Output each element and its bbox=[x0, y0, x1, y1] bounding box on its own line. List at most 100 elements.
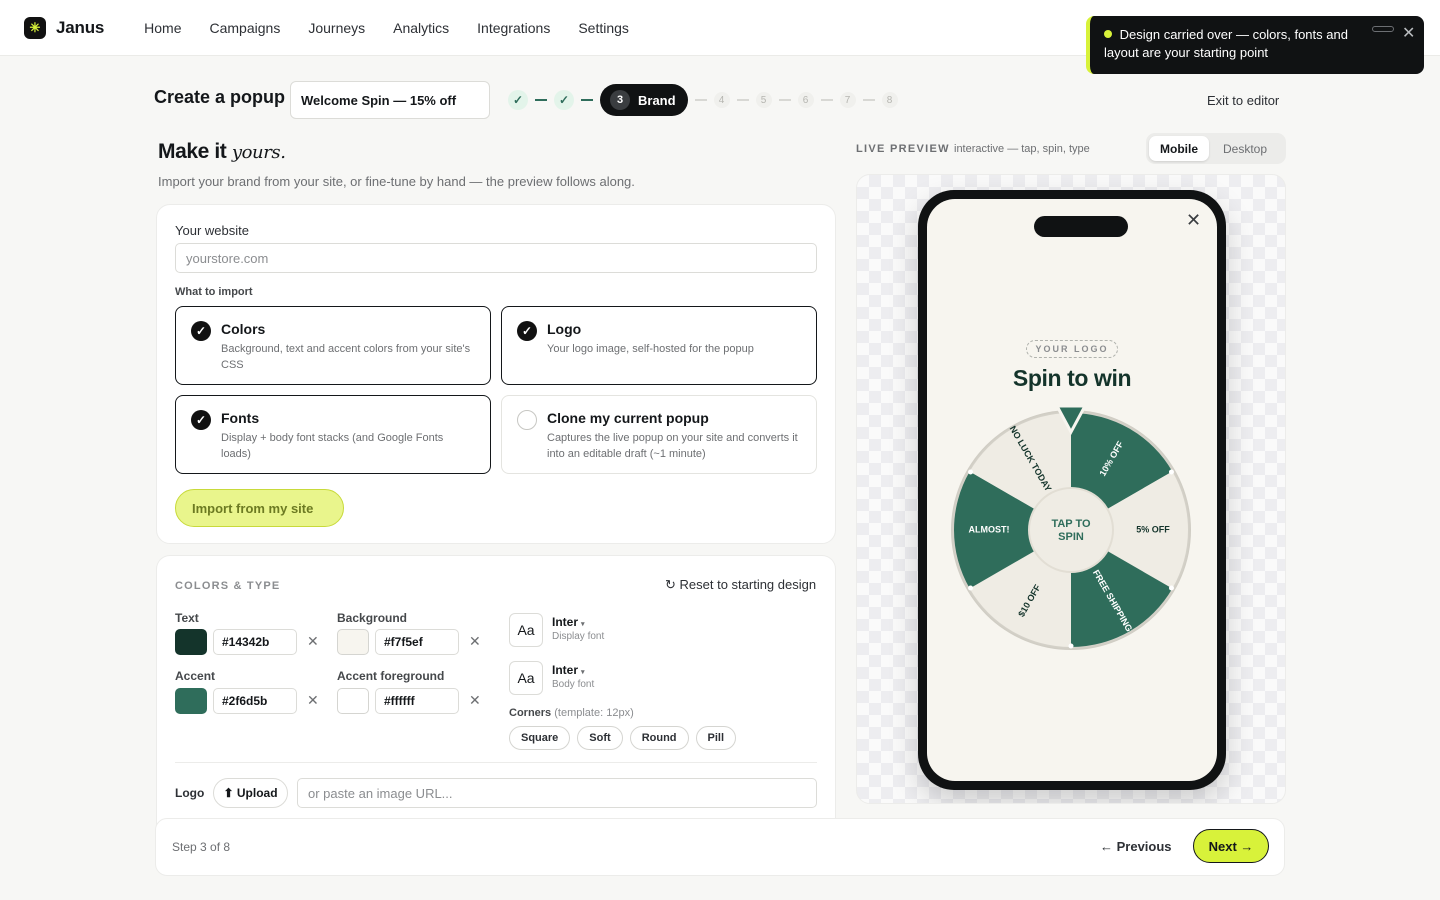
import-option-fonts[interactable]: ✓ Fonts Display + body font stacks (and … bbox=[175, 395, 491, 474]
step-connector bbox=[581, 99, 593, 101]
clear-icon[interactable]: ✕ bbox=[307, 633, 319, 650]
wheel-peg bbox=[1168, 469, 1174, 475]
section-title-main: Make it bbox=[158, 140, 232, 163]
checkmark-icon[interactable]: ✓ bbox=[191, 321, 211, 341]
device-option-desktop[interactable]: Desktop bbox=[1209, 136, 1281, 161]
nav-link-campaigns[interactable]: Campaigns bbox=[210, 20, 281, 36]
nav-link-settings[interactable]: Settings bbox=[578, 20, 629, 36]
spin-wheel[interactable]: TAP TO SPIN 10% OFF5% OFFFREE SHIPPING$1… bbox=[945, 401, 1199, 651]
display-font-role: Display font bbox=[552, 631, 605, 642]
chevron-down-icon: ▾ bbox=[581, 621, 585, 628]
close-icon[interactable]: ✕ bbox=[1402, 25, 1415, 43]
import-option-clone-popup[interactable]: Clone my current popup Captures the live… bbox=[501, 395, 817, 474]
nav-links: Home Campaigns Journeys Analytics Integr… bbox=[144, 20, 629, 36]
wheel-segment-label: ALMOST! bbox=[969, 524, 1010, 534]
corner-option-soft[interactable]: Soft bbox=[577, 726, 623, 750]
live-preview-subtitle: interactive — tap, spin, type bbox=[954, 143, 1090, 155]
step-8[interactable]: 8 bbox=[881, 92, 898, 108]
stepper: ✓ ✓ 3 Brand 4 5 6 7 8 bbox=[508, 84, 898, 116]
color-swatch-text[interactable] bbox=[175, 629, 207, 655]
reset-design-button[interactable]: ↻ Reset to starting design bbox=[665, 577, 816, 593]
section-title-italic: yours. bbox=[231, 142, 286, 163]
color-swatch-accent[interactable] bbox=[175, 688, 207, 714]
clear-icon[interactable]: ✕ bbox=[307, 692, 319, 709]
step-active-number: 3 bbox=[610, 90, 630, 110]
font-name-text: Inter bbox=[552, 663, 579, 677]
step-1-done-check-icon[interactable]: ✓ bbox=[508, 90, 528, 110]
wheel-center-line-1: TAP TO bbox=[1051, 518, 1091, 530]
corner-option-square[interactable]: Square bbox=[509, 726, 571, 750]
step-active[interactable]: 3 Brand bbox=[600, 84, 688, 116]
device-option-mobile[interactable]: Mobile bbox=[1149, 136, 1209, 161]
color-label-accent-foreground: Accent foreground bbox=[337, 669, 445, 683]
step-connector bbox=[694, 99, 707, 101]
wheel-segment-label: 5% OFF bbox=[1136, 524, 1170, 534]
wizard-footer: Step 3 of 8 ← Previous Next → bbox=[155, 818, 1285, 876]
checkmark-icon[interactable]: ✓ bbox=[191, 410, 211, 430]
color-swatch-accent-foreground[interactable] bbox=[337, 688, 369, 714]
body-font-sample[interactable]: Aa bbox=[509, 661, 543, 695]
import-option-logo[interactable]: ✓ Logo Your logo image, self-hosted for … bbox=[501, 306, 817, 385]
toast-message: Design carried over — colors, fonts and … bbox=[1104, 27, 1348, 60]
corners-label-text: Corners bbox=[509, 707, 552, 719]
checkmark-icon[interactable]: ✓ bbox=[517, 321, 537, 341]
color-swatch-background[interactable] bbox=[337, 629, 369, 655]
step-connector bbox=[820, 99, 833, 101]
divider bbox=[175, 762, 817, 763]
page-title: Create a popup bbox=[154, 87, 286, 107]
popup-name-input[interactable] bbox=[290, 81, 490, 119]
corners-hint: (template: 12px) bbox=[554, 707, 634, 719]
import-option-colors[interactable]: ✓ Colors Background, text and accent col… bbox=[175, 306, 491, 385]
import-from-site-button[interactable]: Import from my site bbox=[175, 489, 344, 527]
color-hex-accent[interactable] bbox=[213, 688, 297, 714]
previous-button[interactable]: ← Previous bbox=[1100, 839, 1172, 854]
step-2-done-check-icon[interactable]: ✓ bbox=[554, 90, 574, 110]
toast-progress-indicator bbox=[1372, 26, 1394, 32]
phone-notch bbox=[1034, 216, 1128, 237]
color-label-accent: Accent bbox=[175, 669, 216, 683]
step-4[interactable]: 4 bbox=[713, 92, 730, 108]
upload-logo-button[interactable]: ⬆ Upload bbox=[213, 778, 288, 808]
brand[interactable]: ✳ Janus bbox=[24, 16, 105, 39]
colors-type-card: COLORS & TYPE ↻ Reset to starting design… bbox=[156, 555, 836, 825]
wheel-peg bbox=[968, 585, 974, 591]
next-button[interactable]: Next → bbox=[1193, 829, 1269, 863]
body-font-select[interactable]: Inter ▾ bbox=[552, 663, 585, 677]
live-preview-title: LIVE PREVIEW bbox=[856, 143, 950, 155]
website-label: Your website bbox=[175, 223, 249, 238]
wheel-peg bbox=[1168, 585, 1174, 591]
section-subtitle: Import your brand from your site, or fin… bbox=[158, 174, 635, 189]
nav-link-journeys[interactable]: Journeys bbox=[308, 20, 365, 36]
step-6[interactable]: 6 bbox=[797, 92, 814, 108]
logo-url-input[interactable] bbox=[297, 778, 817, 808]
color-hex-text[interactable] bbox=[213, 629, 297, 655]
display-font-select[interactable]: Inter ▾ bbox=[552, 615, 585, 629]
step-7[interactable]: 7 bbox=[839, 92, 856, 108]
nav-link-analytics[interactable]: Analytics bbox=[393, 20, 449, 36]
close-icon[interactable]: ✕ bbox=[1186, 210, 1201, 231]
exit-to-editor-link[interactable]: Exit to editor bbox=[1207, 93, 1279, 108]
step-5[interactable]: 5 bbox=[755, 92, 772, 108]
display-font-sample[interactable]: Aa bbox=[509, 613, 543, 647]
logo-label: Logo bbox=[175, 786, 205, 800]
app-name: Janus bbox=[56, 17, 105, 37]
color-hex-accent-foreground[interactable] bbox=[375, 688, 459, 714]
step-active-label: Brand bbox=[638, 92, 676, 108]
color-hex-background[interactable] bbox=[375, 629, 459, 655]
corner-option-round[interactable]: Round bbox=[629, 726, 689, 750]
corner-option-pill[interactable]: Pill bbox=[695, 726, 737, 750]
body-font-role: Body font bbox=[552, 679, 595, 690]
preview-canvas: ✕ YOUR LOGO Spin to win TAP TO SPIN 10% … bbox=[856, 174, 1286, 804]
clear-icon[interactable]: ✕ bbox=[469, 633, 481, 650]
color-label-text: Text bbox=[175, 611, 199, 625]
option-desc: Background, text and accent colors from … bbox=[221, 343, 471, 371]
logo-placeholder: YOUR LOGO bbox=[1026, 340, 1118, 358]
device-toggle: Mobile Desktop bbox=[1146, 133, 1286, 164]
website-input[interactable] bbox=[175, 243, 817, 273]
nav-link-integrations[interactable]: Integrations bbox=[477, 20, 550, 36]
color-label-background: Background bbox=[337, 611, 408, 625]
nav-link-home[interactable]: Home bbox=[144, 20, 181, 36]
unchecked-circle-icon[interactable] bbox=[517, 410, 537, 430]
clear-icon[interactable]: ✕ bbox=[469, 692, 481, 709]
step-indicator: Step 3 of 8 bbox=[172, 840, 231, 854]
